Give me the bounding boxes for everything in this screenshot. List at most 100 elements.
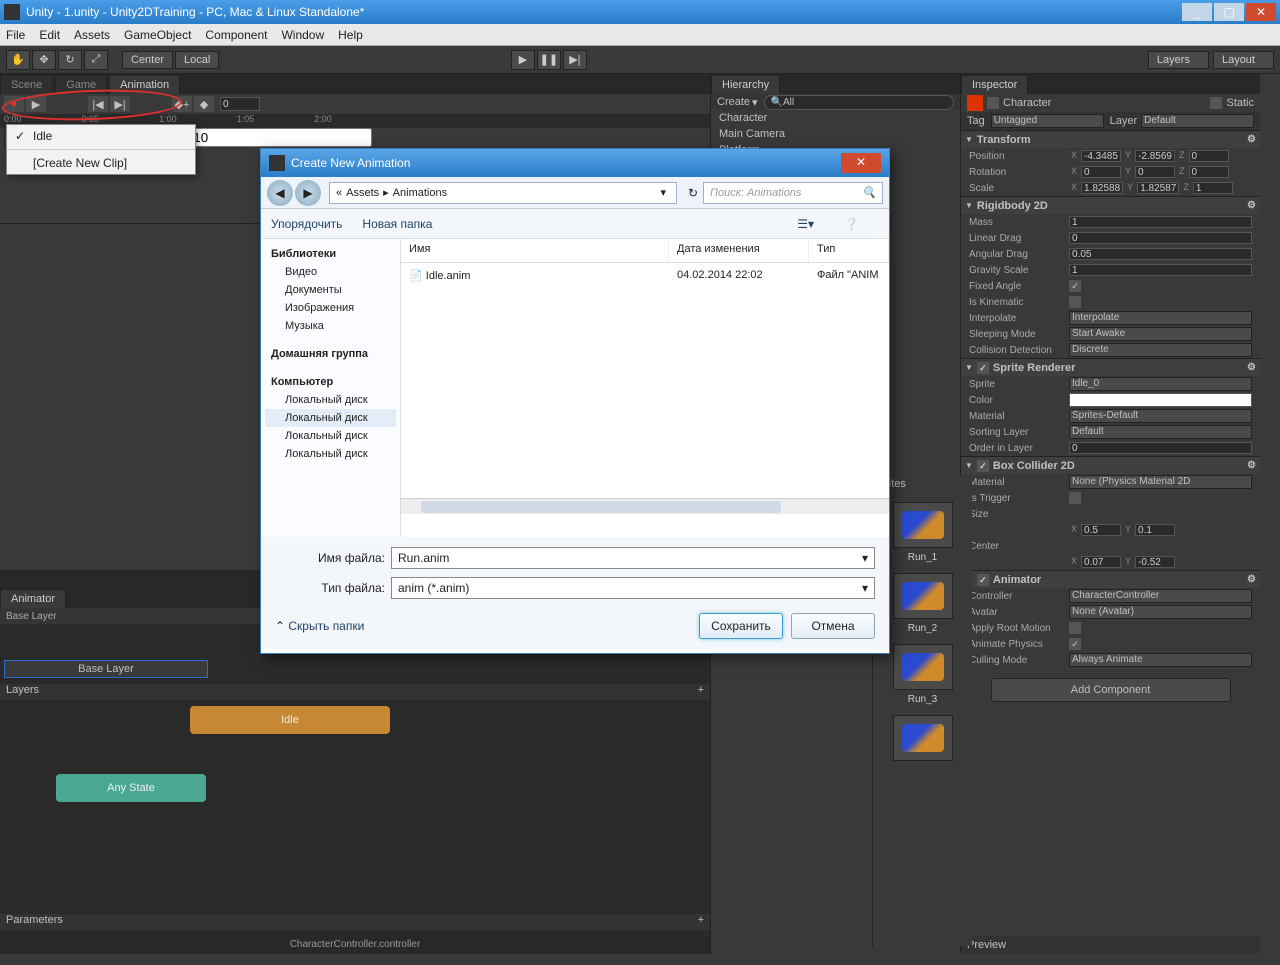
collision-dropdown[interactable]: Discrete bbox=[1069, 343, 1252, 357]
kinematic-checkbox[interactable] bbox=[1069, 296, 1081, 308]
gear-icon[interactable]: ⚙ bbox=[1247, 460, 1256, 471]
tab-inspector[interactable]: Inspector bbox=[961, 75, 1028, 94]
organize-button[interactable]: Упорядочить bbox=[271, 217, 342, 231]
angular-drag-field[interactable]: 0.05 bbox=[1069, 248, 1252, 260]
tag-dropdown[interactable]: Untagged bbox=[991, 114, 1104, 128]
boxcollider-header[interactable]: ▼Box Collider 2D⚙ bbox=[961, 456, 1260, 474]
hierarchy-item-character[interactable]: Character bbox=[711, 110, 960, 126]
pos-z[interactable]: 0 bbox=[1189, 150, 1229, 162]
tab-hierarchy[interactable]: Hierarchy bbox=[711, 75, 780, 94]
gear-icon[interactable]: ⚙ bbox=[1247, 362, 1256, 373]
root-motion-checkbox[interactable] bbox=[1069, 622, 1081, 634]
tab-scene[interactable]: Scene bbox=[0, 75, 53, 94]
rot-y[interactable]: 0 bbox=[1135, 166, 1175, 178]
preview-bar[interactable]: Preview bbox=[961, 936, 1260, 954]
trigger-checkbox[interactable] bbox=[1069, 492, 1081, 504]
menu-help[interactable]: Help bbox=[338, 28, 363, 42]
close-button[interactable]: ✕ bbox=[1246, 3, 1276, 21]
prev-key-button[interactable]: |◀ bbox=[88, 96, 108, 112]
pos-x[interactable]: -4.3485 bbox=[1081, 150, 1121, 162]
horizontal-scrollbar[interactable] bbox=[401, 498, 889, 514]
refresh-button[interactable]: ↻ bbox=[683, 186, 703, 200]
tree-disk1[interactable]: Локальный диск bbox=[265, 391, 396, 409]
add-key-button[interactable]: ◆+ bbox=[172, 96, 192, 112]
play-anim-button[interactable]: ▶ bbox=[26, 96, 46, 112]
menu-gameobject[interactable]: GameObject bbox=[124, 28, 191, 42]
scale-x[interactable]: 1.82588 bbox=[1081, 182, 1123, 194]
center-x[interactable]: 0.07 bbox=[1081, 556, 1121, 568]
pos-y[interactable]: -2.8569 bbox=[1135, 150, 1175, 162]
center-y[interactable]: -0.52 bbox=[1135, 556, 1175, 568]
cancel-button[interactable]: Отмена bbox=[791, 613, 875, 639]
pause-button[interactable]: ❚❚ bbox=[537, 50, 561, 70]
layers-dropdown[interactable]: Layers bbox=[1148, 51, 1209, 69]
pivot-center[interactable]: Center bbox=[122, 51, 173, 69]
interpolate-dropdown[interactable]: Interpolate bbox=[1069, 311, 1252, 325]
menu-component[interactable]: Component bbox=[205, 28, 267, 42]
create-button[interactable]: Create bbox=[717, 96, 750, 108]
next-key-button[interactable]: ▶| bbox=[110, 96, 130, 112]
add-event-button[interactable]: ◆ bbox=[194, 96, 214, 112]
tree-images[interactable]: Изображения bbox=[265, 299, 396, 317]
tree-disk4[interactable]: Локальный диск bbox=[265, 445, 396, 463]
linear-drag-field[interactable]: 0 bbox=[1069, 232, 1252, 244]
forward-button[interactable]: ▶ bbox=[295, 180, 321, 206]
state-any[interactable]: Any State bbox=[56, 774, 206, 802]
sleep-dropdown[interactable]: Start Awake bbox=[1069, 327, 1252, 341]
col-name[interactable]: Имя bbox=[401, 239, 669, 262]
tree-documents[interactable]: Документы bbox=[265, 281, 396, 299]
rotate-tool[interactable]: ↻ bbox=[58, 50, 82, 70]
gear-icon[interactable]: ⚙ bbox=[1247, 134, 1256, 145]
view-button[interactable]: ☰▾ bbox=[797, 217, 814, 231]
mass-field[interactable]: 1 bbox=[1069, 216, 1252, 228]
menu-file[interactable]: File bbox=[6, 28, 25, 42]
sprite-thumb-run1[interactable] bbox=[893, 502, 953, 548]
tree-video[interactable]: Видео bbox=[265, 263, 396, 281]
search-box[interactable]: Поиск: Animations🔍 bbox=[703, 182, 883, 204]
col-date[interactable]: Дата изменения bbox=[669, 239, 809, 262]
gameobject-name[interactable]: Character bbox=[1003, 97, 1210, 109]
filename-input[interactable]: Run.anim▾ bbox=[391, 547, 875, 569]
active-checkbox[interactable] bbox=[987, 97, 999, 109]
add-component-button[interactable]: Add Component bbox=[991, 678, 1231, 702]
gravity-scale-field[interactable]: 1 bbox=[1069, 264, 1252, 276]
tree-disk2[interactable]: Локальный диск bbox=[265, 409, 396, 427]
sprite-thumb-run4[interactable] bbox=[893, 715, 953, 761]
layer-base[interactable]: Base Layer bbox=[4, 660, 208, 678]
rot-z[interactable]: 0 bbox=[1189, 166, 1229, 178]
animate-physics-checkbox[interactable] bbox=[1069, 638, 1081, 650]
tree-libraries[interactable]: Библиотеки bbox=[265, 245, 396, 263]
newfolder-button[interactable]: Новая папка bbox=[362, 217, 432, 231]
avatar-field[interactable]: None (Avatar) bbox=[1069, 605, 1252, 619]
size-x[interactable]: 0.5 bbox=[1081, 524, 1121, 536]
sorting-layer-dropdown[interactable]: Default bbox=[1069, 425, 1252, 439]
minimize-button[interactable]: _ bbox=[1182, 3, 1212, 21]
menu-window[interactable]: Window bbox=[281, 28, 324, 42]
sprite-renderer-header[interactable]: ▼Sprite Renderer⚙ bbox=[961, 358, 1260, 376]
filetype-dropdown[interactable]: anim (*.anim)▾ bbox=[391, 577, 875, 599]
play-button[interactable]: ▶ bbox=[511, 50, 535, 70]
scale-tool[interactable]: ⤢ bbox=[84, 50, 108, 70]
state-idle[interactable]: Idle bbox=[190, 706, 390, 734]
hierarchy-search[interactable]: 🔍All bbox=[764, 95, 954, 110]
clip-option-idle[interactable]: Idle bbox=[7, 125, 195, 147]
help-button[interactable]: ❔ bbox=[844, 217, 859, 231]
clip-option-create[interactable]: [Create New Clip] bbox=[7, 152, 195, 174]
add-layer-button[interactable]: + bbox=[698, 684, 704, 700]
layer-dropdown[interactable]: Default bbox=[1141, 114, 1254, 128]
rigidbody-header[interactable]: ▼Rigidbody 2D⚙ bbox=[961, 196, 1260, 214]
tree-music[interactable]: Музыка bbox=[265, 317, 396, 335]
scale-z[interactable]: 1 bbox=[1193, 182, 1233, 194]
static-checkbox[interactable] bbox=[1210, 97, 1222, 109]
menu-edit[interactable]: Edit bbox=[39, 28, 60, 42]
order-field[interactable]: 0 bbox=[1069, 442, 1252, 454]
fixed-angle-checkbox[interactable] bbox=[1069, 280, 1081, 292]
culling-dropdown[interactable]: Always Animate bbox=[1069, 653, 1252, 667]
tab-game[interactable]: Game bbox=[55, 75, 107, 94]
collider-material-field[interactable]: None (Physics Material 2D bbox=[1069, 475, 1252, 489]
move-tool[interactable]: ✥ bbox=[32, 50, 56, 70]
col-type[interactable]: Тип bbox=[809, 239, 889, 262]
rot-x[interactable]: 0 bbox=[1081, 166, 1121, 178]
sprite-thumb-run3[interactable] bbox=[893, 644, 953, 690]
sample-field[interactable] bbox=[191, 128, 372, 147]
